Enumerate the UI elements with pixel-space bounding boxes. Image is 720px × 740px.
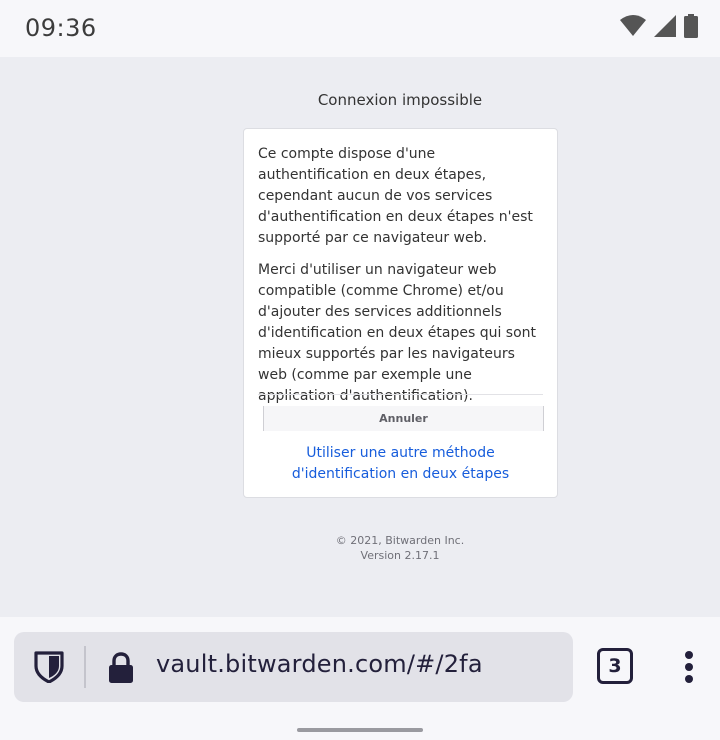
error-message-primary: Ce compte dispose d'une authentification… [258, 146, 533, 246]
error-message-secondary: Merci d'utiliser un navigateur web compa… [258, 262, 537, 404]
page-title: Connexion impossible [317, 91, 483, 109]
more-vert-icon[interactable] [684, 651, 694, 683]
alternate-2fa-method-link[interactable]: Utiliser une autre méthode d'identificat… [258, 443, 543, 485]
address-bar[interactable]: vault.bitwarden.com/#/2fa [14, 632, 573, 702]
battery-icon [684, 14, 698, 38]
wifi-icon [620, 15, 646, 36]
status-time: 09:36 [25, 14, 97, 42]
page-footer: © 2021, Bitwarden Inc. Version 2.17.1 [0, 533, 720, 563]
cancel-button[interactable]: Annuler [263, 406, 544, 431]
page-content: Connexion impossible Ce compte dispose d… [0, 57, 720, 617]
status-icons [620, 14, 698, 38]
lock-icon[interactable] [108, 652, 134, 684]
home-indicator[interactable] [297, 728, 423, 732]
address-bar-divider [84, 646, 86, 688]
url-text[interactable]: vault.bitwarden.com/#/2fa [156, 650, 483, 678]
browser-toolbar: vault.bitwarden.com/#/2fa 3 [0, 617, 720, 740]
card-divider [258, 394, 543, 395]
error-card: Ce compte dispose d'une authentification… [243, 128, 558, 498]
version-text: Version 2.17.1 [360, 549, 440, 562]
signal-icon [654, 15, 676, 37]
status-bar: 09:36 [0, 0, 720, 57]
copyright-text: © 2021, Bitwarden Inc. [335, 534, 465, 547]
tab-switcher-button[interactable]: 3 [597, 648, 633, 684]
shield-icon[interactable] [34, 651, 64, 683]
